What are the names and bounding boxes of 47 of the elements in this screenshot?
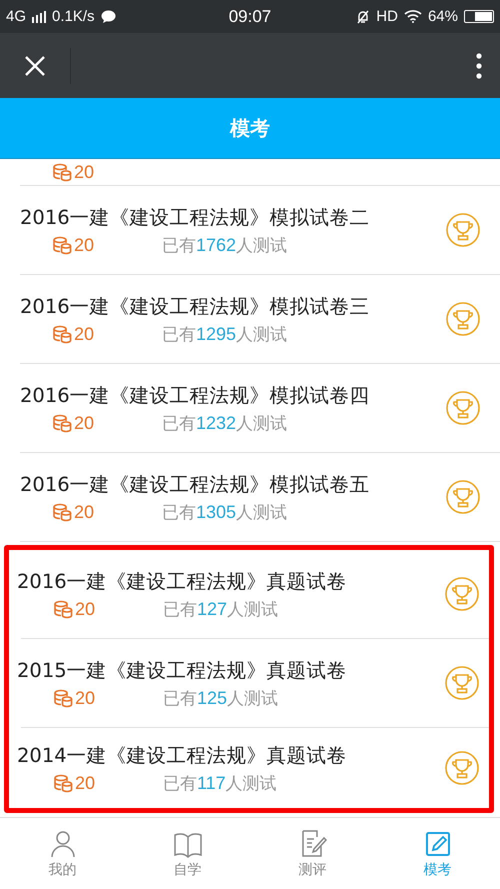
tester-count: 已有1232人测试 [162, 412, 288, 434]
trophy-icon [445, 751, 479, 785]
more-menu-icon[interactable] [476, 52, 482, 78]
chat-bubble-icon [100, 10, 116, 23]
trophy-icon [446, 302, 480, 336]
paper-title: 2016一建《建设工程法规》模拟试卷四 [20, 382, 371, 408]
tester-count: 已有117人测试 [163, 772, 277, 794]
trophy-icon [445, 666, 479, 700]
exam-paper-item[interactable]: 2016一建《建设工程法规》真题试卷 20 已有127人测试 [21, 550, 489, 639]
coin-price: 20 [53, 772, 163, 794]
clock: 09:07 [228, 6, 272, 26]
tester-count: 已有1295人测试 [162, 322, 288, 346]
trophy-icon [445, 577, 479, 611]
paper-title: 2016一建《建设工程法规》模拟试卷五 [20, 472, 371, 498]
coin-price: 20 [53, 688, 163, 708]
signal-icon [32, 10, 46, 22]
page-title: 模考 [230, 114, 270, 142]
coin-price: 20 [52, 162, 162, 182]
coin-price: 20 [52, 412, 162, 434]
wifi-icon [404, 10, 422, 23]
coin-price: 20 [52, 324, 162, 344]
tester-count: 已有1762人测试 [162, 234, 288, 256]
coin-price: 20 [52, 502, 162, 522]
trophy-icon [446, 480, 480, 514]
tab-item[interactable]: 测评 [250, 818, 375, 889]
tester-count: 已有1305人测试 [162, 500, 288, 524]
tester-count: 已有125人测试 [163, 686, 278, 710]
exam-paper-item[interactable]: 2016一建《建设工程法规》模拟试卷四 20 已有1232人测试 [20, 364, 500, 453]
exam-paper-item[interactable]: 2015一建《建设工程法规》真题试卷 20 已有125人测试 [21, 639, 489, 728]
battery-percent: 64% [428, 8, 458, 25]
hd-label: HD [376, 8, 398, 25]
coin-price: 20 [53, 598, 163, 620]
tester-count: 已有127人测试 [163, 598, 278, 620]
battery-icon [464, 10, 494, 23]
trophy-icon [446, 213, 480, 247]
trophy-icon [446, 391, 480, 425]
exam-paper-item[interactable]: 2016一建《建设工程法规》模拟试卷五 20 已有1305人测试 [20, 453, 500, 542]
network-speed: 0.1K/s [52, 8, 95, 25]
exam-paper-item[interactable]: 2016一建《建设工程法规》模拟试卷二 20 已有1762人测试 [20, 186, 500, 275]
network-type: 4G [6, 8, 26, 25]
exam-paper-item[interactable]: 2016一建《建设工程法规》模拟试卷三 20 已有1295人测试 [20, 275, 500, 364]
paper-title: 2016一建《建设工程法规》模拟试卷二 [20, 204, 371, 230]
paper-title: 2016一建《建设工程法规》模拟试卷三 [20, 294, 371, 320]
tab-item[interactable]: 自学 [125, 818, 250, 889]
muted-bell-icon [356, 10, 370, 24]
tab-item[interactable]: 我的 [0, 818, 125, 889]
coin-price: 20 [52, 234, 162, 256]
